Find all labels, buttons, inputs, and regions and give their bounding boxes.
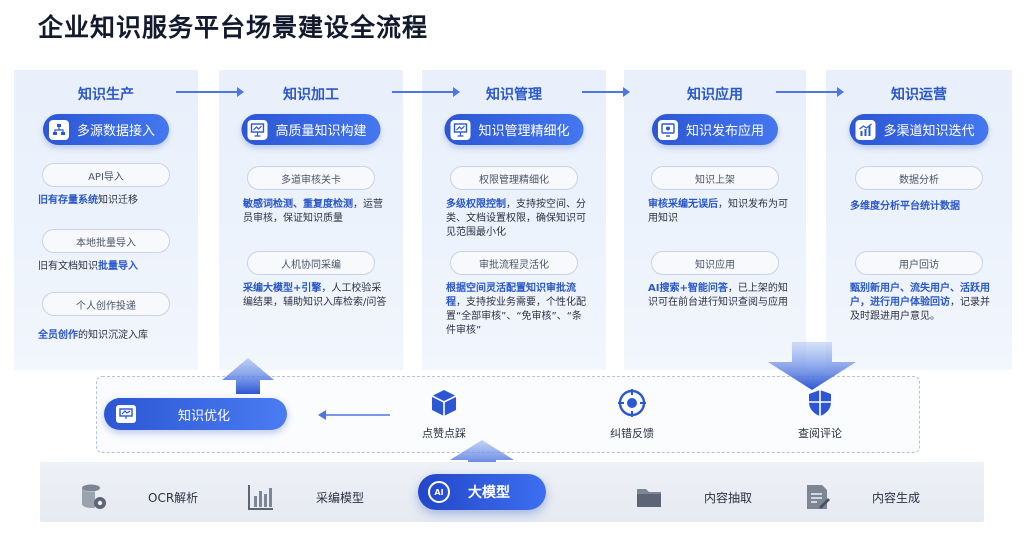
ai-chip-icon: AI bbox=[428, 481, 450, 503]
monitor-icon bbox=[657, 119, 678, 140]
back-arrow bbox=[318, 410, 390, 420]
sub-pill[interactable]: 个人创作投递 bbox=[42, 292, 170, 316]
capability-label: OCR解析 bbox=[148, 490, 199, 505]
sub-pill[interactable]: 人机协同采编 bbox=[247, 251, 375, 275]
column-head: 知识生产 bbox=[78, 87, 134, 103]
feedback-item-correction[interactable]: 纠错反馈 bbox=[592, 388, 672, 441]
presentation-icon bbox=[450, 119, 471, 140]
document-edit-icon bbox=[807, 485, 830, 509]
growth-chart-icon bbox=[855, 119, 876, 140]
description: 多级权限控制，支持按空间、分类、文档设置权限，确保知识可见范围最小化 bbox=[446, 199, 586, 238]
column-knowledge-application: 知识应用 知识发布应用 知识上架 审核采编无误后，知识发布为可用知识 知识应用 … bbox=[624, 70, 806, 370]
database-settings-icon bbox=[82, 484, 106, 509]
column-head: 知识应用 bbox=[687, 87, 743, 103]
description: 全员创作的知识沉淀入库 bbox=[38, 330, 148, 341]
bar-chart-icon bbox=[248, 485, 273, 510]
description: AI搜索+智能问答，已上架的知识可在前台进行知识查阅与应用 bbox=[648, 283, 788, 308]
sub-pill[interactable]: 多道审核关卡 bbox=[247, 166, 375, 190]
target-icon bbox=[618, 389, 646, 417]
capability-content-extraction[interactable]: 内容抽取 bbox=[634, 482, 752, 512]
sub-pill[interactable]: 知识上架 bbox=[651, 166, 779, 190]
feedback-item-comment[interactable]: 查阅评论 bbox=[780, 388, 860, 441]
sub-pill[interactable]: 审批流程灵活化 bbox=[450, 251, 578, 275]
feedback-item-like[interactable]: 点赞点踩 bbox=[406, 388, 482, 441]
column-head: 知识管理 bbox=[486, 87, 542, 103]
description: 敏感词检测、重复度检测，运营员审核，保证知识质量 bbox=[243, 199, 383, 224]
org-chart-icon bbox=[48, 119, 69, 140]
up-arrow-icon bbox=[222, 358, 274, 394]
page-title: 企业知识服务平台场景建设全流程 bbox=[38, 13, 429, 42]
capability-ocr[interactable]: OCR解析 bbox=[78, 482, 198, 512]
presentation-icon bbox=[116, 405, 136, 423]
capability-content-generation[interactable]: 内容生成 bbox=[802, 482, 920, 512]
main-pill-label: 知识发布应用 bbox=[685, 124, 765, 139]
main-pill[interactable]: 知识管理精细化 bbox=[444, 114, 584, 145]
description: 采编大模型+引擎，人工校验采编结果，辅助知识入库检索/问答 bbox=[243, 283, 387, 308]
sub-pill[interactable]: 数据分析 bbox=[855, 166, 983, 190]
main-pill-label: 知识管理精细化 bbox=[478, 124, 570, 139]
description: 审核采编无误后，知识发布为可用知识 bbox=[648, 199, 788, 224]
column-knowledge-production: 知识生产 多源数据接入 API导入 旧有存量系统知识迁移 本地批量导入 旧有文档… bbox=[14, 70, 198, 370]
main-pill-label: 高质量知识构建 bbox=[275, 124, 367, 139]
column-head: 知识运营 bbox=[891, 87, 947, 103]
description: 旧有存量系统知识迁移 bbox=[38, 195, 138, 206]
capability-label: 内容抽取 bbox=[704, 490, 753, 505]
main-pill[interactable]: 高质量知识构建 bbox=[241, 114, 381, 145]
description: 根据空间灵活配置知识审批流程，支持按业务需要，个性化配置“全部审核”、“免审核”… bbox=[446, 283, 586, 336]
description: 甄别新用户、流失用户、活跃用户，进行用户体验回访，记录并及时跟进用户意见。 bbox=[850, 283, 990, 322]
column-knowledge-operation: 知识运营 多渠道知识迭代 数据分析 多维度分析平台统计数据 用户回访 甄别新用户… bbox=[826, 70, 1012, 370]
capability-editing-model[interactable]: 采编模型 bbox=[246, 482, 364, 512]
feedback-item-label: 查阅评论 bbox=[798, 427, 842, 440]
shield-icon bbox=[809, 390, 831, 416]
main-pill-label: 多源数据接入 bbox=[76, 124, 156, 139]
feedback-item-label: 点赞点踩 bbox=[422, 427, 466, 440]
large-model-button[interactable]: AI 大模型 bbox=[418, 474, 546, 510]
flow-arrow bbox=[582, 87, 630, 97]
sub-pill[interactable]: API导入 bbox=[42, 163, 170, 187]
main-pill[interactable]: 知识发布应用 bbox=[651, 114, 779, 145]
main-pill-label: 多渠道知识迭代 bbox=[883, 124, 975, 139]
column-head: 知识加工 bbox=[283, 87, 339, 103]
sub-pill[interactable]: 用户回访 bbox=[855, 251, 983, 275]
column-knowledge-management: 知识管理 知识管理精细化 权限管理精细化 多级权限控制，支持按空间、分类、文档设… bbox=[422, 70, 606, 370]
down-arrow-icon bbox=[768, 342, 856, 390]
folder-icon bbox=[637, 489, 661, 507]
flow-arrow bbox=[176, 87, 244, 97]
knowledge-optimize-button[interactable]: 知识优化 bbox=[104, 398, 287, 430]
feedback-item-label: 纠错反馈 bbox=[610, 427, 654, 440]
large-model-label: 大模型 bbox=[468, 485, 510, 501]
sub-pill[interactable]: 知识应用 bbox=[651, 251, 779, 275]
cube-icon bbox=[431, 390, 457, 416]
capability-label: 内容生成 bbox=[872, 490, 921, 505]
sub-pill[interactable]: 权限管理精细化 bbox=[450, 166, 578, 190]
flow-arrow bbox=[776, 87, 844, 97]
knowledge-optimize-label: 知识优化 bbox=[178, 408, 231, 424]
presentation-icon bbox=[247, 119, 268, 140]
capability-label: 采编模型 bbox=[316, 490, 365, 505]
main-pill[interactable]: 多渠道知识迭代 bbox=[849, 114, 989, 145]
description: 旧有文档知识批量导入 bbox=[38, 261, 138, 272]
column-knowledge-processing: 知识加工 高质量知识构建 多道审核关卡 敏感词检测、重复度检测，运营员审核，保证… bbox=[219, 70, 403, 370]
main-pill[interactable]: 多源数据接入 bbox=[42, 114, 170, 145]
flow-arrow bbox=[392, 87, 460, 97]
sub-pill[interactable]: 本地批量导入 bbox=[42, 229, 170, 253]
description: 多维度分析平台统计数据 bbox=[850, 201, 960, 212]
